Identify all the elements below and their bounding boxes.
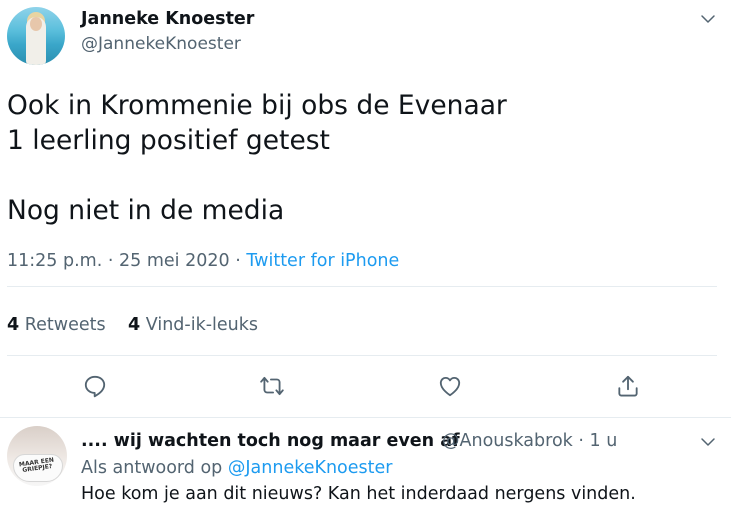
reply-age[interactable]: 1 u: [590, 431, 618, 451]
chevron-down-icon[interactable]: [699, 10, 717, 28]
divider: [7, 286, 717, 287]
likes-label: Vind-ik-leuks: [145, 315, 259, 335]
tweet-text-line: [7, 158, 507, 193]
author-avatar[interactable]: [7, 7, 65, 65]
reply-author-avatar[interactable]: MAAR EEN GRIEPJE?: [7, 426, 67, 486]
replying-to-handle[interactable]: @JannekeKnoester: [228, 458, 393, 478]
tweet-date[interactable]: 25 mei 2020: [119, 251, 230, 271]
retweet-icon: [260, 376, 284, 396]
retweets-stat[interactable]: 4 Retweets: [7, 315, 106, 335]
retweets-count: 4: [7, 315, 20, 335]
reply-icon: [84, 375, 106, 398]
tweet-time[interactable]: 11:25 p.m.: [7, 251, 102, 271]
replying-to: Als antwoord op @JannekeKnoester: [81, 458, 392, 478]
replying-to-label: Als antwoord op: [81, 458, 223, 478]
like-icon: [439, 376, 461, 397]
retweets-label: Retweets: [24, 315, 106, 335]
likes-stat[interactable]: 4 Vind-ik-leuks: [128, 315, 258, 335]
meta-separator: ·: [578, 431, 584, 451]
likes-count: 4: [128, 315, 141, 335]
retweet-button[interactable]: [257, 371, 287, 401]
tweet-text: Ook in Krommenie bij obs de Evenaar 1 le…: [7, 88, 507, 228]
divider: [0, 417, 731, 418]
tweet-source-link[interactable]: Twitter for iPhone: [246, 251, 399, 271]
author-handle[interactable]: @JannekeKnoester: [81, 34, 241, 54]
tweet-text-line: 1 leerling positief getest: [7, 125, 330, 156]
share-button[interactable]: [613, 371, 643, 401]
chevron-down-icon[interactable]: [699, 433, 717, 451]
reply-author-meta: @Anouskabrok · 1 u: [442, 431, 617, 451]
divider: [7, 355, 717, 356]
tweet-text-line: Ook in Krommenie bij obs de Evenaar: [7, 90, 507, 121]
tweet-meta: 11:25 p.m. · 25 mei 2020 · Twitter for i…: [7, 251, 399, 271]
reply-author-handle[interactable]: @Anouskabrok: [442, 431, 573, 451]
tweet-text-line: Nog niet in de media: [7, 195, 285, 226]
meta-separator: ·: [107, 251, 114, 271]
author-name[interactable]: Janneke Knoester: [81, 9, 254, 29]
meta-separator: ·: [235, 251, 241, 271]
share-icon: [618, 375, 638, 397]
reply-author-name[interactable]: .... wij wachten toch nog maar even af: [81, 431, 460, 451]
like-button[interactable]: [435, 371, 465, 401]
reply-button[interactable]: [80, 371, 110, 401]
reply-text: Hoe kom je aan dit nieuws? Kan het inder…: [81, 484, 636, 504]
